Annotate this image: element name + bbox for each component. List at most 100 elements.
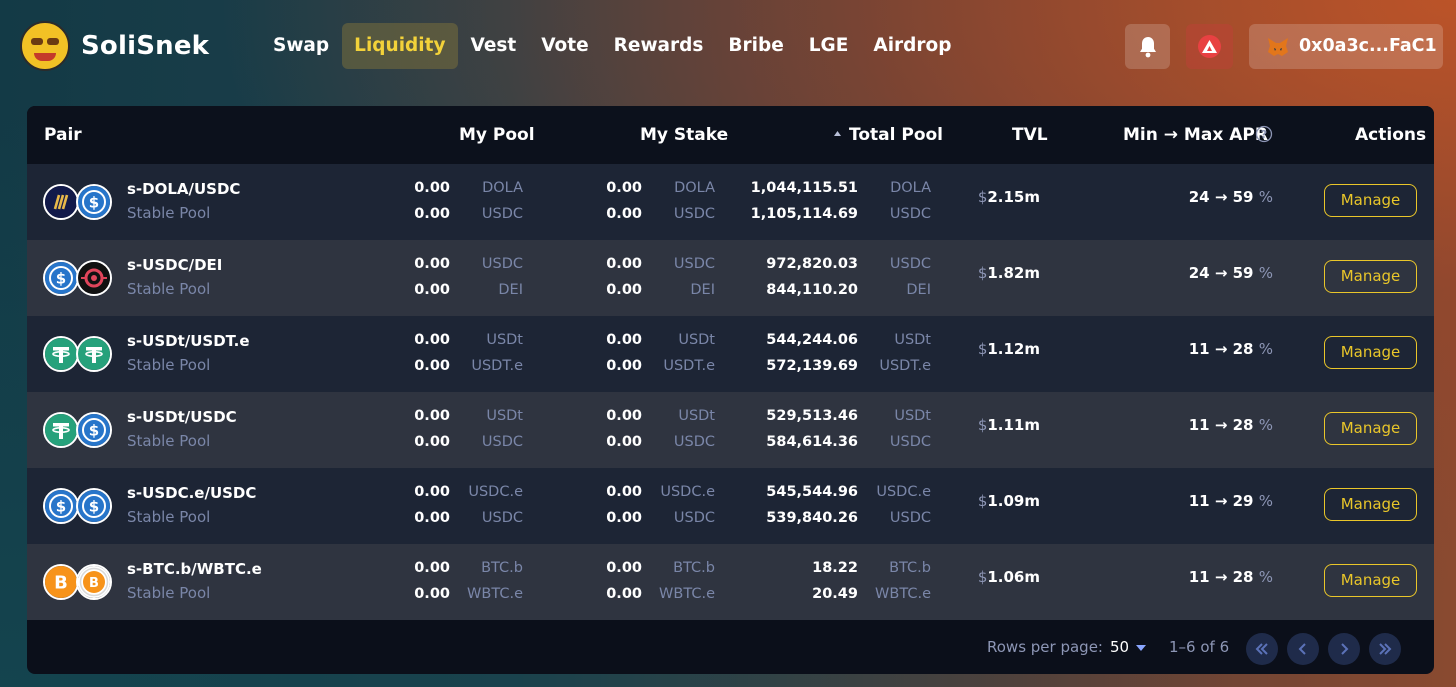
my-pool-amount: 0.00 [414,206,450,222]
col-my-pool[interactable]: My Pool [459,106,535,164]
my-stake-token: USDC [673,434,715,450]
my-stake-token: USDT.e [663,358,715,374]
prev-page-button[interactable] [1287,633,1319,665]
col-pair[interactable]: Pair [44,106,82,164]
svg-text:$: $ [89,194,99,212]
manage-button[interactable]: Manage [1324,184,1417,217]
pair-name: s-BTC.b/WBTC.e [127,560,262,578]
nav-vest[interactable]: Vest [459,23,529,69]
svg-text:B: B [89,576,99,591]
next-page-button[interactable] [1328,633,1360,665]
snek-logo-icon [20,21,70,71]
manage-button[interactable]: Manage [1324,412,1417,445]
my-pool-amount: 0.00 [414,586,450,602]
avalanche-icon [1198,35,1221,58]
chevron-left-icon [1298,643,1306,655]
svg-text:$: $ [56,498,66,516]
main-nav: Swap Liquidity Vest Vote Rewards Bribe LGE Aird… [261,23,965,69]
my-pool-amount: 0.00 [414,358,450,374]
usdc-icon: $ [76,488,112,524]
pool-type: Stable Pool [127,584,211,602]
pool-type: Stable Pool [127,356,211,374]
pair-name: s-USDt/USDC [127,408,237,426]
my-stake-token: USDC [673,206,715,222]
pool-type: Stable Pool [127,432,211,450]
apr-range: 11 → 29 % [1188,492,1273,510]
tvl-value: $1.11m [977,416,1040,434]
wbtc-icon: B [76,564,112,600]
tvl-value: $1.09m [977,492,1040,510]
col-total-pool[interactable]: Total Pool [849,106,943,164]
tvl-value: $1.06m [977,568,1040,586]
pool-type: Stable Pool [127,280,211,298]
manage-button[interactable]: Manage [1324,564,1417,597]
svg-text:B: B [54,573,68,594]
my-pool-token: BTC.b [481,560,523,576]
nav-bribe[interactable]: Bribe [716,23,795,69]
my-stake-amount: 0.00 [606,510,642,526]
top-bar: SoliSnek Swap Liquidity Vest Vote Rewards Bri… [0,0,1456,92]
my-stake-amount: 0.00 [606,206,642,222]
metamask-fox-icon [1268,38,1288,56]
rows-per-page-select[interactable]: 50 [1110,638,1129,656]
total-pool-amount: 545,544.96 [766,484,858,500]
svg-text:?: ? [1261,128,1267,141]
my-stake-amount: 0.00 [606,434,642,450]
total-pool-token: DOLA [890,180,931,196]
chevron-down-icon[interactable] [1136,645,1146,651]
usdc-icon: $ [76,412,112,448]
my-stake-amount: 0.00 [606,332,642,348]
pool-type: Stable Pool [127,508,211,526]
my-stake-token: USDt [678,408,715,424]
nav-vote[interactable]: Vote [529,23,600,69]
app-logo[interactable]: SoliSnek [20,21,209,71]
col-my-stake[interactable]: My Stake [640,106,728,164]
col-actions: Actions [1355,125,1427,145]
tether-icon [43,336,79,372]
col-tvl[interactable]: TVL [1012,106,1048,164]
tvl-value: $1.12m [977,340,1040,358]
manage-button[interactable]: Manage [1324,336,1417,369]
my-pool-token: USDt [486,332,523,348]
last-page-button[interactable] [1369,633,1401,665]
manage-button[interactable]: Manage [1324,260,1417,293]
manage-button[interactable]: Manage [1324,488,1417,521]
nav-lge[interactable]: LGE [797,23,861,69]
nav-rewards[interactable]: Rewards [602,23,716,69]
my-pool-amount: 0.00 [414,434,450,450]
usdc-icon: $ [76,184,112,220]
apr-range: 24 → 59 % [1188,188,1273,206]
nav-airdrop[interactable]: Airdrop [861,23,963,69]
network-selector-button[interactable] [1186,24,1233,69]
apr-range: 11 → 28 % [1188,416,1273,434]
total-pool-amount: 1,105,114.69 [750,206,858,222]
my-pool-amount: 0.00 [414,560,450,576]
my-stake-token: WBTC.e [659,586,715,602]
apr-range: 24 → 59 % [1188,264,1273,282]
table-row: $ $ s-USDC.e/USDC Stable Pool 0.00 USDC.e 0.00… [27,468,1434,544]
total-pool-token: USDC [889,434,931,450]
first-page-button[interactable] [1246,633,1278,665]
chevron-right-icon [1341,643,1349,655]
total-pool-token: USDT.e [879,358,931,374]
total-pool-amount: 20.49 [812,586,858,602]
my-pool-token: USDC.e [468,484,523,500]
my-pool-amount: 0.00 [414,484,450,500]
my-stake-amount: 0.00 [606,586,642,602]
my-stake-token: DOLA [674,180,715,196]
notifications-button[interactable] [1125,24,1170,69]
total-pool-token: USDC [889,510,931,526]
my-stake-token: USDC.e [660,484,715,500]
rows-per-page-label: Rows per page: [987,638,1103,656]
help-icon[interactable]: ? [1255,106,1273,164]
table-header: Pair My Pool My Stake Total Pool TVL Min… [27,106,1434,164]
table-footer: Rows per page: 50 1–6 of 6 [27,621,1434,674]
my-stake-amount: 0.00 [606,180,642,196]
nav-liquidity[interactable]: Liquidity [342,23,458,69]
svg-text:$: $ [56,270,66,288]
col-apr[interactable]: Min → Max APR [1123,106,1268,164]
nav-swap[interactable]: Swap [261,23,341,69]
tether-icon [76,336,112,372]
wallet-button[interactable]: 0x0a3c...FaC1 [1249,24,1443,69]
my-pool-amount: 0.00 [414,332,450,348]
